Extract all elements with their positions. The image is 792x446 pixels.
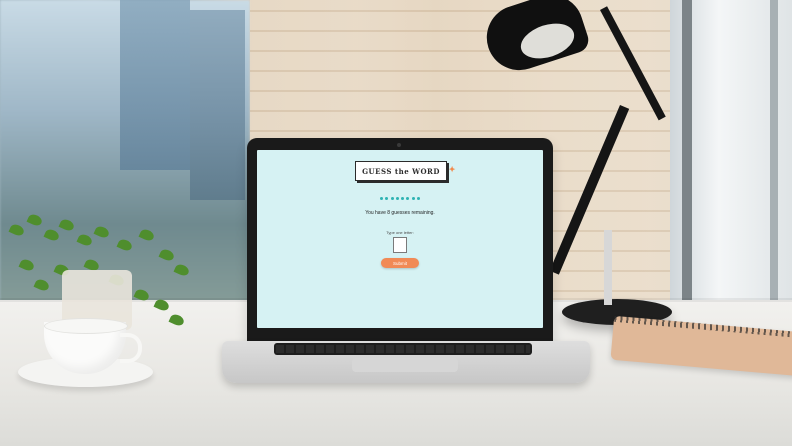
letter-dot	[390, 197, 394, 200]
game-title: GUESS the WORD ✦	[355, 161, 455, 181]
letter-dot	[395, 197, 399, 200]
letter-input[interactable]	[393, 237, 407, 253]
lamp-post	[604, 230, 612, 305]
game-title-text: GUESS the WORD	[362, 166, 440, 176]
trackpad	[352, 358, 458, 372]
window-frame	[770, 0, 778, 300]
game-screen: GUESS the WORD ✦ You have 8 guesses rema…	[257, 150, 543, 328]
word-placeholder-dots	[380, 197, 420, 203]
window-frame	[682, 0, 692, 300]
letter-dot	[401, 197, 405, 200]
building	[120, 0, 190, 170]
building	[190, 10, 245, 200]
guesses-remaining-text: You have 8 guesses remaining.	[365, 210, 435, 216]
webcam-icon	[397, 143, 401, 147]
letter-dot	[385, 197, 389, 200]
submit-button[interactable]: Submit	[381, 258, 419, 268]
letter-dot	[411, 197, 415, 200]
cup-rim	[44, 318, 128, 334]
letter-dot	[380, 197, 383, 200]
letter-dot	[406, 197, 410, 200]
keyboard-keys	[276, 345, 530, 353]
keyboard	[274, 343, 532, 355]
laptop-screen-bezel: GUESS the WORD ✦ You have 8 guesses rema…	[247, 138, 553, 343]
star-icon: ✦	[448, 164, 456, 174]
letter-prompt: Type one letter:	[386, 230, 414, 235]
letter-dot	[416, 197, 420, 200]
